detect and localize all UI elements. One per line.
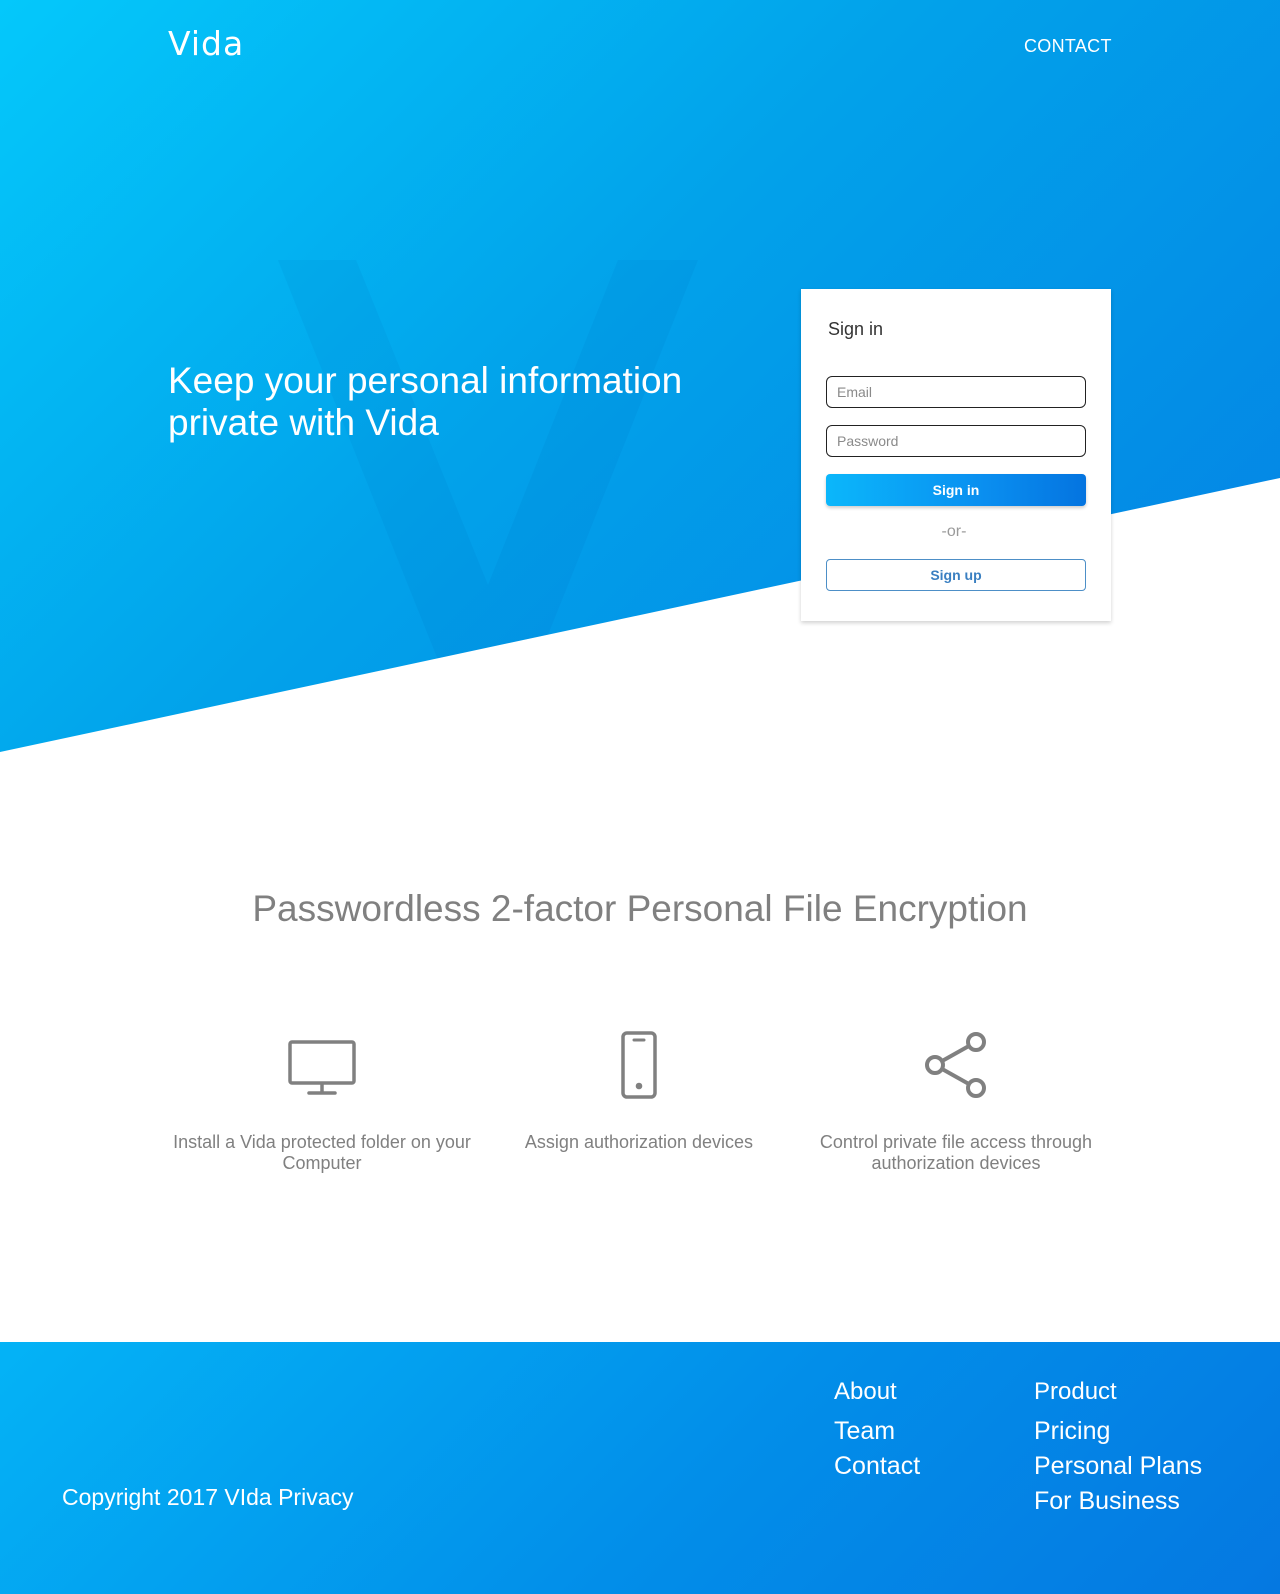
feature-text: Install a Vida protected folder on your …: [173, 1132, 471, 1173]
footer-about-column: About Team Contact: [834, 1378, 920, 1484]
signup-button[interactable]: Sign up: [826, 559, 1086, 591]
footer-link-for-business[interactable]: For Business: [1034, 1484, 1202, 1519]
signin-button[interactable]: Sign in: [826, 474, 1086, 506]
smartphone-icon: [621, 1031, 657, 1099]
password-field[interactable]: [826, 425, 1086, 457]
feature-item-devices: Assign authorization devices: [479, 1030, 799, 1153]
hero-tagline: Keep your personal information private w…: [168, 360, 683, 443]
copyright-text: Copyright 2017 VIda Privacy: [62, 1484, 354, 1510]
footer-link-pricing[interactable]: Pricing: [1034, 1414, 1202, 1449]
hero-watermark-v: [278, 260, 698, 660]
footer-link-contact[interactable]: Contact: [834, 1449, 920, 1484]
footer-link-personal-plans[interactable]: Personal Plans: [1034, 1449, 1202, 1484]
footer: Copyright 2017 VIda Privacy About Team C…: [0, 1342, 1280, 1594]
feature-item-computer: Install a Vida protected folder on your …: [162, 1030, 482, 1174]
footer-product-column: Product Pricing Personal Plans For Busin…: [1034, 1378, 1202, 1519]
nav-contact-link[interactable]: CONTACT: [1024, 36, 1112, 57]
feature-item-access: Control private file access through auth…: [796, 1030, 1116, 1174]
feature-text: Assign authorization devices: [524, 1132, 754, 1152]
signin-title: Sign in: [828, 319, 884, 339]
features-heading: Passwordless 2-factor Personal File Encr…: [252, 888, 1028, 929]
signin-card: Sign in Sign in -or- Sign up: [801, 289, 1111, 621]
logo[interactable]: Vida: [168, 24, 244, 63]
or-divider: -or-: [941, 523, 967, 540]
footer-product-heading: Product: [1034, 1378, 1117, 1405]
share-icon: [925, 1032, 986, 1098]
email-field[interactable]: [826, 376, 1086, 408]
monitor-icon: [288, 1040, 356, 1095]
footer-about-heading: About: [834, 1378, 897, 1405]
footer-link-team[interactable]: Team: [834, 1414, 920, 1449]
feature-text: Control private file access through auth…: [819, 1132, 1093, 1173]
